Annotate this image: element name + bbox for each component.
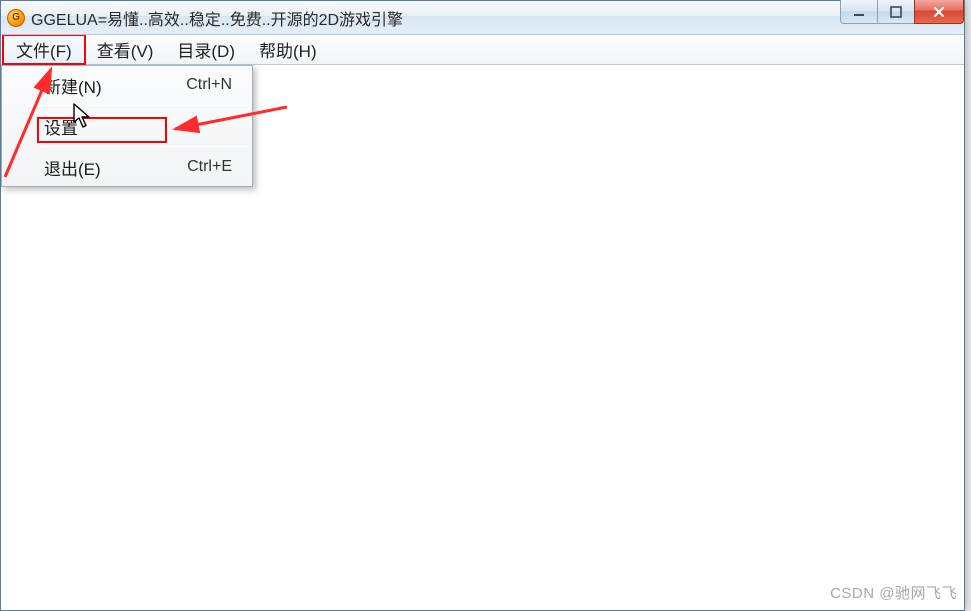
- dropdown-exit-shortcut: Ctrl+E: [187, 158, 242, 176]
- menu-view[interactable]: 查看(V): [85, 35, 166, 64]
- menu-view-label: 查看(V): [97, 37, 154, 62]
- menubar: 文件(F) 查看(V) 目录(D) 帮助(H): [1, 35, 964, 65]
- dropdown-item-new[interactable]: 新建(N) Ctrl+N: [4, 69, 250, 101]
- menu-file-label: 文件(F): [16, 37, 72, 62]
- dropdown-new-shortcut: Ctrl+N: [186, 76, 242, 94]
- minimize-button[interactable]: [840, 0, 878, 24]
- dropdown-separator-2: [38, 146, 248, 147]
- window-controls: [841, 0, 964, 24]
- dropdown-new-label: 新建(N): [44, 73, 186, 98]
- close-button[interactable]: [914, 0, 964, 24]
- menu-help-label: 帮助(H): [259, 37, 317, 62]
- menu-directory-label: 目录(D): [177, 37, 235, 62]
- window-title: GGELUA=易懂..高效..稳定..免费..开源的2D游戏引擎: [31, 6, 958, 30]
- app-window: G GGELUA=易懂..高效..稳定..免费..开源的2D游戏引擎 文件(F)…: [0, 0, 965, 611]
- dropdown-exit-label: 退出(E): [44, 155, 187, 180]
- menu-file[interactable]: 文件(F): [3, 35, 85, 64]
- app-icon: G: [7, 9, 25, 27]
- dropdown-item-exit[interactable]: 退出(E) Ctrl+E: [4, 151, 250, 183]
- titlebar[interactable]: G GGELUA=易懂..高效..稳定..免费..开源的2D游戏引擎: [1, 1, 964, 35]
- dropdown-separator-1: [38, 105, 248, 106]
- maximize-button[interactable]: [877, 0, 915, 24]
- dropdown-settings-label: 设置: [44, 114, 232, 139]
- menu-directory[interactable]: 目录(D): [165, 35, 247, 64]
- watermark: CSDN @驰网飞飞: [830, 582, 957, 603]
- dropdown-item-settings[interactable]: 设置: [4, 110, 250, 142]
- file-dropdown: 新建(N) Ctrl+N 设置 退出(E) Ctrl+E: [1, 65, 253, 187]
- menu-help[interactable]: 帮助(H): [247, 35, 329, 64]
